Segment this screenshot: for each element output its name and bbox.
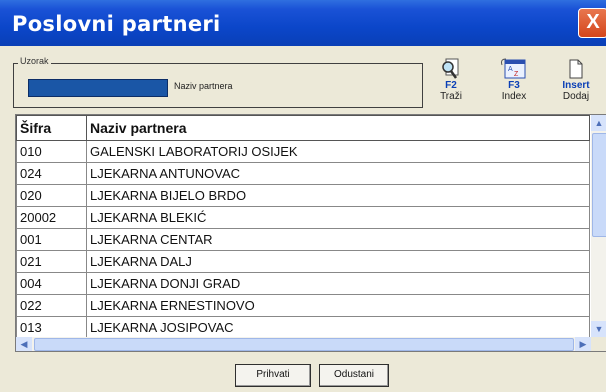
horizontal-scrollbar[interactable]: ◀ ▶	[16, 337, 591, 351]
table-row[interactable]: 001 LJEKARNA CENTAR	[16, 228, 590, 251]
cell-code: 013	[16, 316, 87, 339]
scroll-up-icon[interactable]: ▲	[591, 115, 606, 131]
index-key: F3	[508, 80, 520, 91]
cell-name: LJEKARNA DONJI GRAD	[86, 272, 590, 295]
filter-group-label: Uzorak	[18, 56, 51, 66]
filter-group: Uzorak Naziv partnera	[13, 56, 423, 108]
dialog-window: Poslovni partneri X Uzorak Naziv partner…	[0, 0, 606, 392]
horizontal-scroll-thumb[interactable]	[34, 338, 574, 351]
add-key: Insert	[562, 80, 590, 91]
close-icon: X	[586, 11, 600, 33]
cell-name: LJEKARNA BIJELO BRDO	[86, 184, 590, 207]
cell-code: 001	[16, 228, 87, 251]
column-header-name[interactable]: Naziv partnera	[86, 115, 590, 141]
vertical-scroll-thumb[interactable]	[592, 133, 606, 237]
search-button[interactable]: F2 Traži	[436, 57, 466, 102]
table-row[interactable]: 20002 LJEKARNA BLEKIĆ	[16, 206, 590, 229]
scroll-left-icon[interactable]: ◀	[16, 337, 32, 351]
cell-code: 021	[16, 250, 87, 273]
vertical-scrollbar[interactable]: ▲ ▼	[591, 115, 606, 337]
table-row[interactable]: 021 LJEKARNA DALJ	[16, 250, 590, 273]
table-row[interactable]: 020 LJEKARNA BIJELO BRDO	[16, 184, 590, 207]
search-label: Traži	[440, 91, 462, 102]
table-row[interactable]: 022 LJEKARNA ERNESTINOVO	[16, 294, 590, 317]
cell-name: GALENSKI LABORATORIJ OSIJEK	[86, 140, 590, 163]
cancel-button[interactable]: Odustani	[319, 364, 389, 387]
cell-name: LJEKARNA DALJ	[86, 250, 590, 273]
cell-code: 020	[16, 184, 87, 207]
sort-index-icon: A Z	[501, 58, 526, 79]
search-input[interactable]	[28, 79, 168, 97]
scroll-down-icon[interactable]: ▼	[591, 321, 606, 337]
cell-name: LJEKARNA BLEKIĆ	[86, 206, 590, 229]
cell-code: 024	[16, 162, 87, 185]
svg-text:Z: Z	[514, 71, 519, 78]
column-header-code[interactable]: Šifra	[16, 115, 87, 141]
table-header: Šifra Naziv partnera	[16, 115, 590, 141]
search-field-label: Naziv partnera	[174, 81, 233, 91]
search-icon	[442, 58, 459, 79]
accept-button[interactable]: Prihvati	[235, 364, 311, 387]
close-button[interactable]: X	[578, 8, 606, 38]
cell-name: LJEKARNA CENTAR	[86, 228, 590, 251]
search-key: F2	[445, 80, 457, 91]
cell-name: LJEKARNA ANTUNOVAC	[86, 162, 590, 185]
svg-text:A: A	[508, 66, 513, 73]
cell-code: 20002	[16, 206, 87, 229]
window-title: Poslovni partneri	[12, 12, 221, 36]
add-label: Dodaj	[562, 91, 590, 102]
scroll-corner	[591, 337, 606, 351]
scroll-right-icon[interactable]: ▶	[575, 337, 591, 351]
table-row[interactable]: 013 LJEKARNA JOSIPOVAC	[16, 316, 590, 339]
table-row[interactable]: 004 LJEKARNA DONJI GRAD	[16, 272, 590, 295]
cell-name: LJEKARNA ERNESTINOVO	[86, 294, 590, 317]
table-row[interactable]: 024 LJEKARNA ANTUNOVAC	[16, 162, 590, 185]
cell-code: 004	[16, 272, 87, 295]
cell-name: LJEKARNA JOSIPOVAC	[86, 316, 590, 339]
cell-code: 010	[16, 140, 87, 163]
add-button[interactable]: Insert Dodaj	[558, 57, 594, 102]
index-label: Index	[501, 91, 527, 102]
new-document-icon	[569, 59, 583, 79]
cell-code: 022	[16, 294, 87, 317]
partners-table[interactable]: Šifra Naziv partnera 010 GALENSKI LABORAT…	[15, 114, 606, 352]
title-bar[interactable]: Poslovni partneri X	[0, 0, 606, 46]
table-row[interactable]: 010 GALENSKI LABORATORIJ OSIJEK	[16, 140, 590, 163]
index-button[interactable]: A Z F3 Index	[497, 57, 531, 102]
